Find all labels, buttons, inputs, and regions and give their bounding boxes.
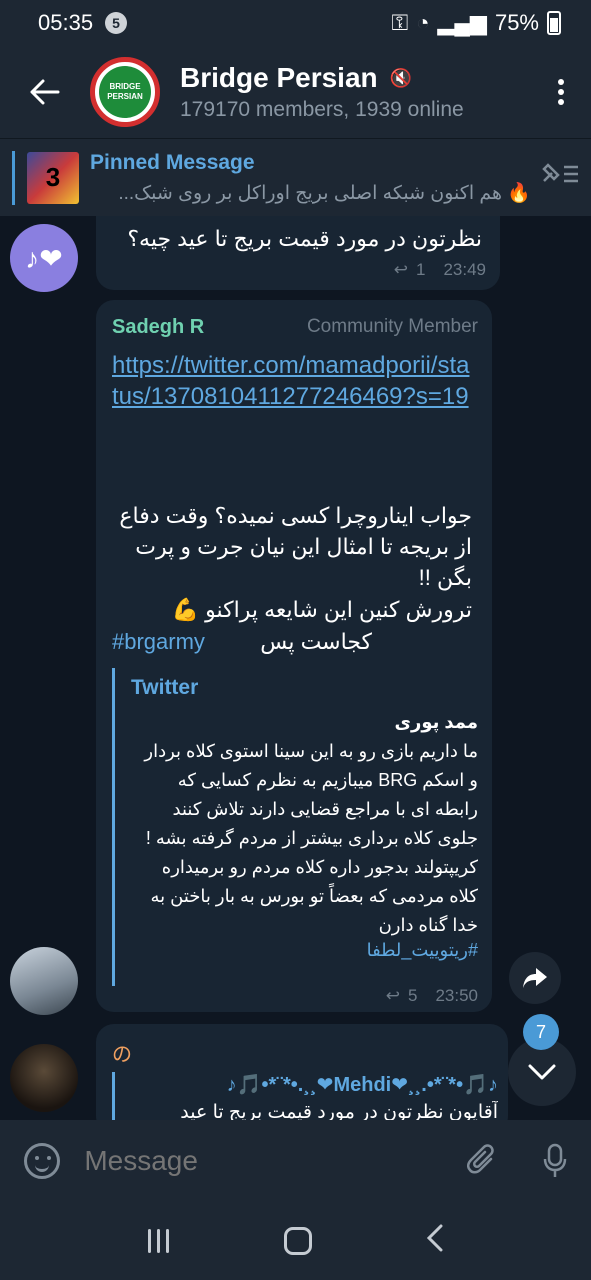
pinned-message-bar[interactable]: 3 Pinned Message 🔥 هم اکنون شبکه اصلی بر… [0,138,591,216]
preview-hashtag[interactable]: #ریتوییت_لطفا [131,940,478,961]
message-list[interactable]: ♪❤ نظرتون در مورد قیمت بریج تا عید چیه؟ … [0,216,591,1120]
signal-icon: ▂▄▆ [437,10,487,35]
unpin-list-icon[interactable] [531,161,591,194]
status-bar: 05:35 5 ⚿ ◔ ▂▄▆ 75% [0,0,591,46]
reply-count: 1 [415,260,426,279]
forward-button[interactable] [509,952,561,1004]
pinned-text: 🔥 هم اکنون شبکه اصلی بریج اوراکل بر روی … [118,182,531,204]
message-bubble[interactable]: の ♪🎵•*¨*•.¸¸❤Mehdi❤¸¸.•*¨*•🎵♪ آقایون نظر… [96,1024,508,1120]
wifi-icon: ◔ [416,10,430,35]
chat-subtitle: 179170 members, 1939 online [180,98,464,121]
message-meta: ↩ 1 23:49 [394,260,486,280]
pinned-label: Pinned Message [90,150,255,174]
emoji-button[interactable] [0,1143,84,1179]
recent-apps-button[interactable] [147,1229,169,1253]
muted-icon: 🔇 [389,67,413,88]
message-text: کجاست پس [260,629,372,654]
pinned-thumbnail: 3 [27,151,79,204]
message-input[interactable] [84,1145,446,1177]
chat-title-block[interactable]: Bridge Persian 🔇 179170 members, 1939 on… [180,62,531,122]
dot-icon [558,99,564,105]
user-avatar[interactable] [10,1044,78,1112]
sender-name[interactable]: Sadegh R [112,316,204,339]
message-text: جواب ایناروچرا کسی نمیده؟ وقت دفاع از بر… [119,503,472,590]
more-menu-button[interactable] [531,79,591,105]
arrow-left-icon [30,79,60,105]
reply-icon: ↩ [393,260,408,279]
user-avatar[interactable] [10,947,78,1015]
tweet-link[interactable]: https://twitter.com/mamadporii/status/13… [112,350,472,412]
preview-text: ما داریم بازی رو به این سینا استوی کلاه … [144,741,478,935]
user-avatar[interactable]: ♪❤ [10,224,78,292]
preview-site: Twitter [131,676,199,699]
attach-button[interactable] [445,1144,518,1178]
chat-header: BRIDGE PERSIAN Bridge Persian 🔇 179170 m… [0,46,591,138]
message-time: 23:49 [443,260,486,279]
reply-icon: ↩ [385,986,400,1005]
battery-icon [547,11,561,35]
channel-avatar[interactable]: BRIDGE PERSIAN [90,57,160,127]
chevron-left-icon [427,1224,443,1251]
sender-name[interactable]: の [112,1038,132,1067]
composer [0,1120,591,1202]
message-text: نظرتون در مورد قیمت بریج تا عید چیه؟ [127,226,482,251]
channel-logo: BRIDGE PERSIAN [99,66,151,118]
paperclip-icon [466,1144,494,1174]
message-text: ترورش کنین این شایعه پراکنو 💪 [171,597,472,622]
voice-button[interactable] [518,1143,591,1179]
system-back-button[interactable] [427,1223,443,1260]
reply-author: ♪🎵•*¨*•.¸¸❤Mehdi❤¸¸.•*¨*•🎵♪ [226,1074,498,1096]
chat-title: Bridge Persian [180,62,378,93]
preview-author: ممد پوری [394,712,478,732]
key-icon: ⚿ [391,10,409,35]
message-time: 23:50 [435,986,478,1005]
reply-count: 5 [407,986,418,1005]
message-bubble[interactable]: Sadegh R Community Member https://twitte… [96,300,492,1012]
message-meta: ↩ 5 23:50 [386,986,478,1006]
status-icons: ⚿ ◔ ▂▄▆ 75% [391,10,561,36]
sender-role: Community Member [306,316,478,337]
unread-badge: 7 [523,1014,559,1050]
back-button[interactable] [0,46,90,138]
link-preview[interactable]: Twitter ممد پوری ما داریم بازی رو به این… [112,668,478,986]
chevron-down-icon [528,1064,556,1080]
smile-icon [24,1143,61,1179]
avatar-glyph: ♪❤ [25,242,63,274]
battery-percent: 75% [494,10,539,35]
pinned-indicator [12,150,15,205]
status-time: 05:35 [38,10,94,35]
message-bubble[interactable]: نظرتون در مورد قیمت بریج تا عید چیه؟ ↩ 1… [96,216,500,290]
microphone-icon [543,1143,566,1177]
logo-text-1: BRIDGE [109,82,141,91]
home-button[interactable] [283,1227,312,1255]
hashtag-link[interactable]: #brgarmy [112,626,205,657]
system-nav-bar [0,1202,591,1280]
notification-count: 5 [105,12,128,34]
dot-icon [558,79,564,85]
reply-text: آقایون نظرتون در مورد قیمت بریج تا عید [180,1102,498,1120]
share-arrow-icon [523,968,547,988]
dot-icon [558,89,564,95]
logo-text-2: PERSIAN [107,92,143,101]
reply-quote[interactable]: ♪🎵•*¨*•.¸¸❤Mehdi❤¸¸.•*¨*•🎵♪ آقایون نظرتو… [112,1072,498,1120]
